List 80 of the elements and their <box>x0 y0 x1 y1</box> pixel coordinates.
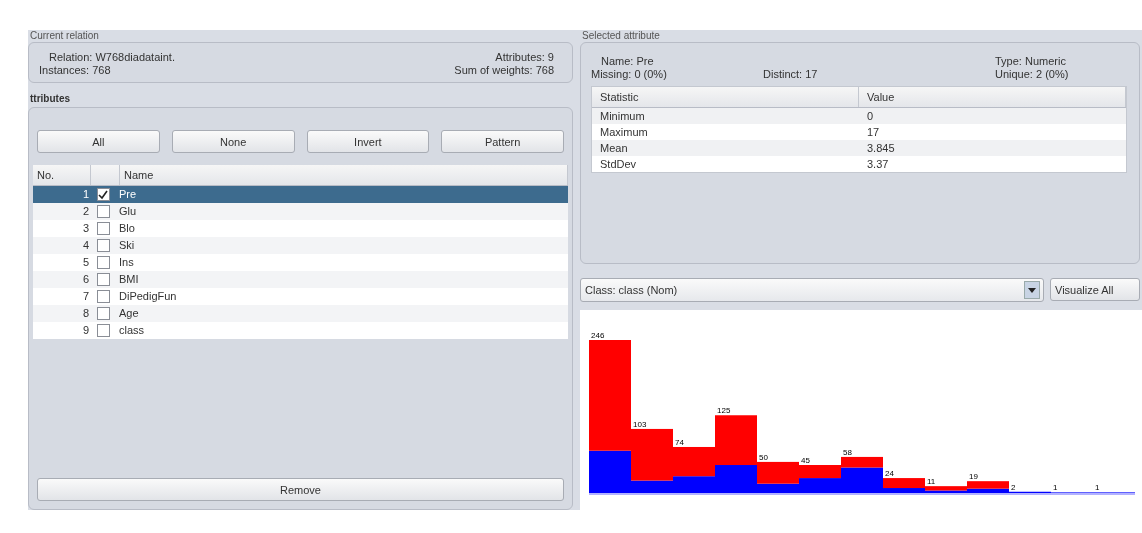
attribute-row[interactable]: 8 Age <box>33 305 568 322</box>
table-cell-text: 7 <box>81 289 90 304</box>
checkbox[interactable] <box>96 256 110 269</box>
relation-text: Relation: W768diadataint. <box>49 51 175 63</box>
table-cell-text: DiPedigFun <box>118 289 178 304</box>
checkbox[interactable] <box>96 205 110 218</box>
attribute-row[interactable]: 2 Glu <box>33 203 568 220</box>
unique-text: Unique: 2 (0%) <box>994 68 1070 80</box>
checkbox[interactable] <box>96 273 110 286</box>
table-cell-text: Maximum <box>599 125 649 140</box>
sum-of-weights: Sum of weights: 768 <box>454 64 554 76</box>
visualize-all-button[interactable]: Visualize All <box>1050 278 1140 301</box>
bar-label: 1 <box>1095 483 1100 493</box>
table-cell-text: 9 <box>81 323 90 338</box>
table-cell-text: 8 <box>81 306 90 321</box>
checkbox[interactable] <box>96 324 110 337</box>
column-header[interactable]: Value <box>859 87 1126 107</box>
bar-label: 2 <box>1011 482 1016 492</box>
table-cell-text: Pre <box>118 187 138 202</box>
attribute-row[interactable]: 1 Pre <box>33 186 568 203</box>
bar-label: 24 <box>885 469 894 479</box>
bar-label: 50 <box>759 452 768 462</box>
checkbox[interactable] <box>96 222 110 235</box>
checkbox[interactable] <box>96 290 110 303</box>
checkbox[interactable] <box>96 188 110 201</box>
table-cell-text: Glu <box>118 204 138 219</box>
distinct-text: Distinct: 17 <box>763 68 819 80</box>
bar-label: 246 <box>591 331 605 340</box>
checkbox[interactable] <box>96 239 110 252</box>
table-cell-text: 1 <box>81 187 90 202</box>
instances-text: Instances: 768 <box>39 64 111 76</box>
class-dropdown[interactable]: Class: class (Nom) <box>580 278 1044 302</box>
bar-label: 45 <box>801 456 810 465</box>
table-cell-text: 3 <box>81 221 90 236</box>
attribute-row[interactable]: 6 BMI <box>33 271 568 288</box>
checkbox[interactable] <box>96 307 110 320</box>
table-cell-text: StdDev <box>599 157 638 172</box>
select-button[interactable]: Pattern <box>441 130 564 153</box>
select-button[interactable]: Invert <box>306 130 430 153</box>
table-cell-text: 5 <box>81 255 90 270</box>
bar-label: 125 <box>717 406 731 416</box>
table-cell-text: Age <box>118 306 140 321</box>
table-cell-text: 4 <box>81 238 90 253</box>
attributes-count: Attributes: 9 <box>495 51 554 63</box>
bar-label: 58 <box>843 447 852 457</box>
section-heading: Selected attribute <box>581 30 661 41</box>
table-cell-text: 3.37 <box>866 157 890 172</box>
column-header[interactable]: Statistic <box>592 87 859 107</box>
section-heading: Current relation <box>29 30 100 41</box>
table-cell-text: Blo <box>118 221 136 236</box>
bar-label: 74 <box>675 438 684 447</box>
table-cell-text: 2 <box>81 204 90 219</box>
section-heading: ttributes <box>29 93 71 105</box>
table-cell-text: Ins <box>118 255 135 270</box>
column-header[interactable]: Name <box>120 165 568 185</box>
table-cell-text: class <box>118 323 146 338</box>
attribute-row[interactable]: 3 Blo <box>33 220 568 237</box>
bar-label: 19 <box>969 472 978 482</box>
table-cell-text: BMI <box>118 272 140 287</box>
attribute-row[interactable]: 7 DiPedigFun <box>33 288 568 305</box>
attribute-row[interactable]: 9 class <box>33 322 568 339</box>
type-text: Type: Numeric <box>994 55 1067 67</box>
column-header[interactable]: No. <box>33 165 91 185</box>
bar-label: 1 <box>1053 483 1058 493</box>
missing-text: Missing: 0 (0%) <box>591 68 668 80</box>
table-cell-text: 3.845 <box>866 141 896 156</box>
table-cell-text: Minimum <box>599 109 646 124</box>
table-cell-text: 17 <box>866 125 881 140</box>
attribute-row[interactable]: 4 Ski <box>33 237 568 254</box>
bar-label: 103 <box>633 419 647 429</box>
attribute-row[interactable]: 5 Ins <box>33 254 568 271</box>
name-text: Name: Pre <box>601 55 655 67</box>
table-cell-text: Mean <box>599 141 629 156</box>
select-button[interactable]: None <box>171 130 295 153</box>
remove-button[interactable]: Remove <box>37 478 564 501</box>
bar-label: 11 <box>927 477 936 487</box>
select-button[interactable]: All <box>37 130 160 153</box>
table-cell-text: 0 <box>866 109 875 124</box>
table-cell-text: 6 <box>81 272 90 287</box>
table-cell-text: Ski <box>118 238 136 253</box>
